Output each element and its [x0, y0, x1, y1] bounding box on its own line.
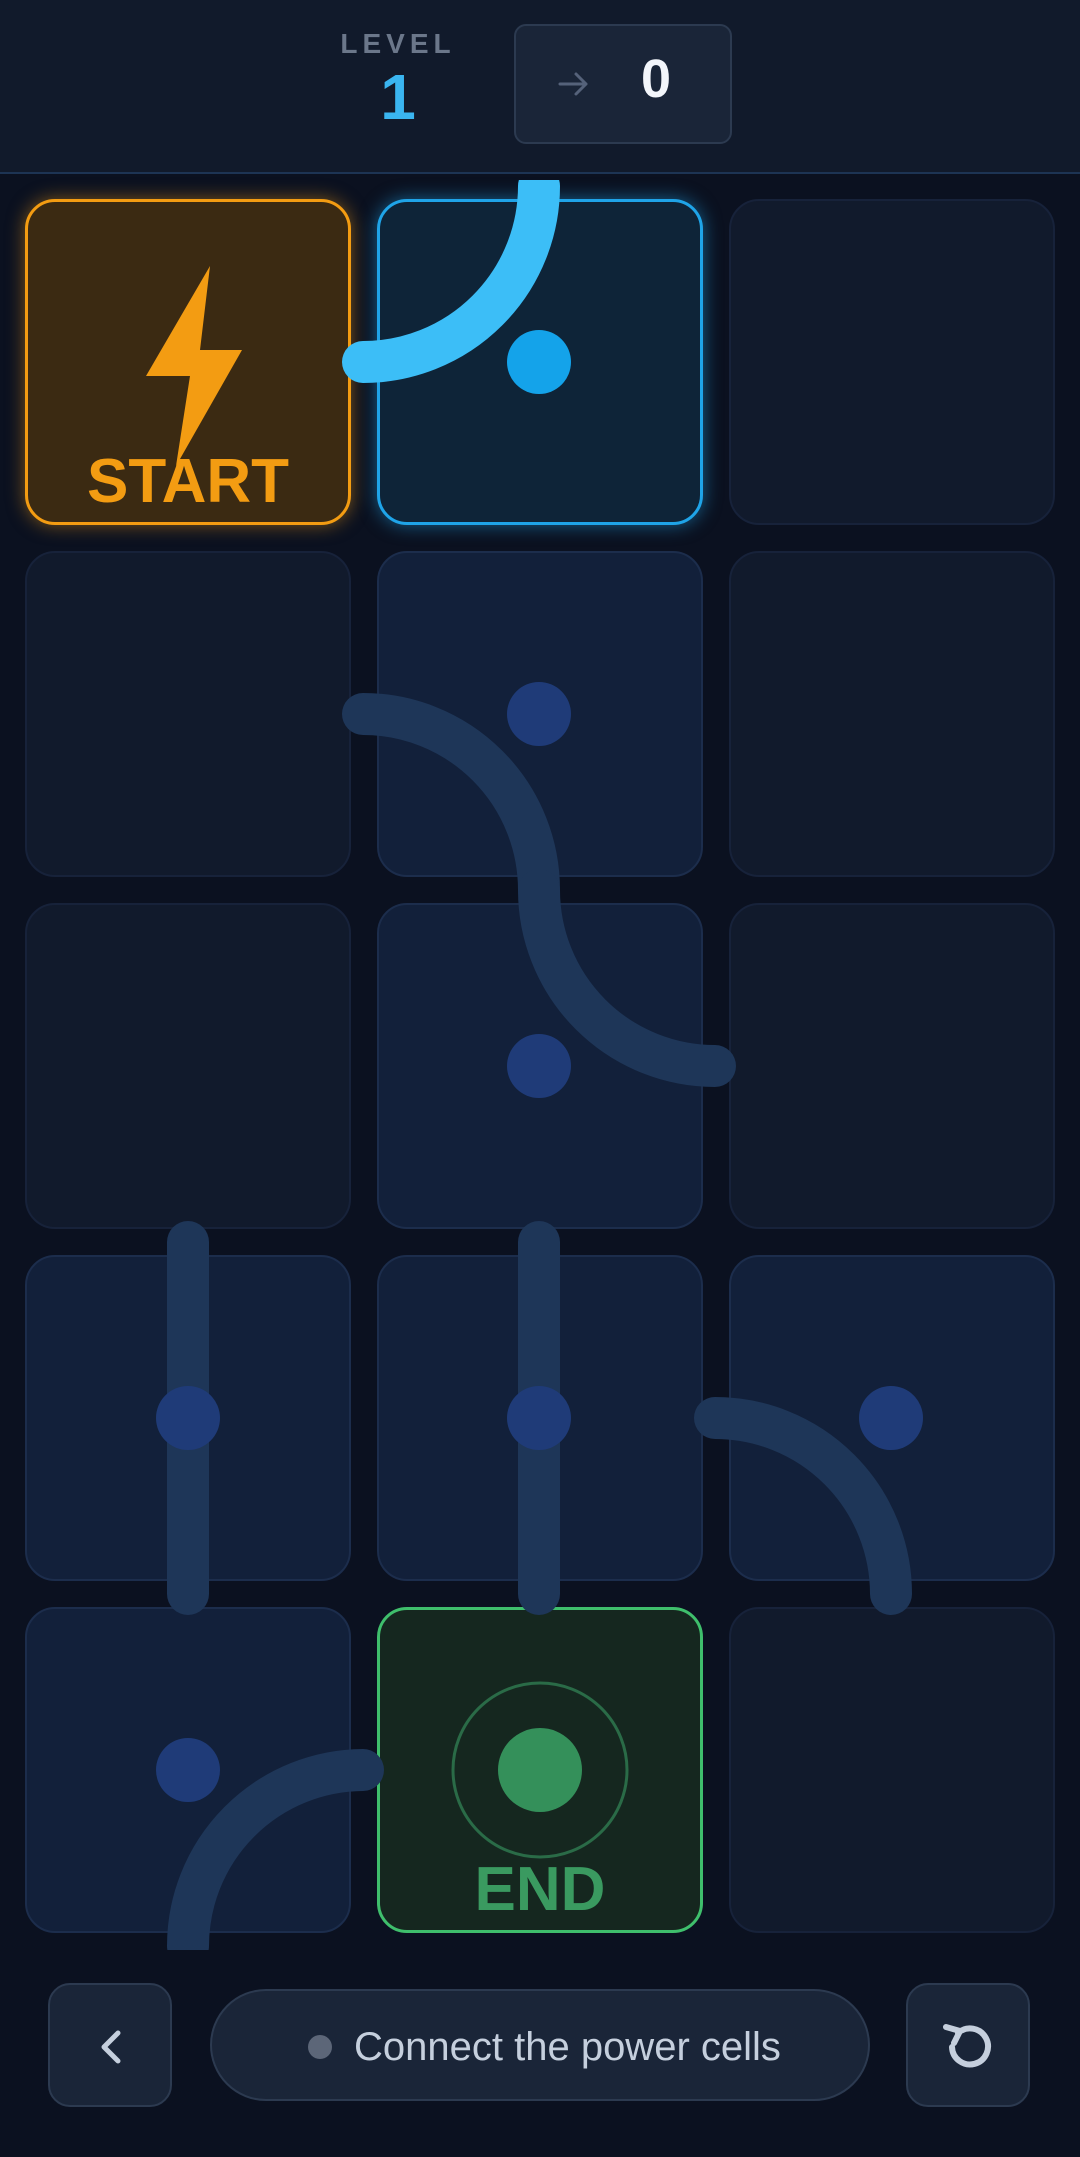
moves-counter: 0 — [514, 24, 732, 144]
reset-button[interactable] — [906, 1983, 1030, 2107]
end-label: END — [474, 1855, 606, 1924]
reset-icon — [943, 2024, 991, 2068]
moves-count: 0 — [640, 49, 672, 109]
empty-tile — [729, 199, 1055, 525]
status-message: Connect the power cells — [210, 1989, 870, 2101]
back-button[interactable] — [48, 1983, 172, 2107]
game-board: START END — [0, 180, 1080, 1950]
curve-pipe-tile[interactable] — [377, 903, 703, 1229]
empty-tile — [25, 551, 351, 877]
start-tile[interactable]: START — [25, 199, 351, 525]
empty-tile — [729, 551, 1055, 877]
empty-tile — [25, 903, 351, 1229]
empty-tile — [729, 903, 1055, 1229]
top-bar: LEVEL 1 0 — [0, 0, 1080, 174]
lightning-bolt-icon — [146, 266, 242, 466]
end-tile[interactable]: END — [377, 1607, 703, 1933]
chevron-left-icon — [101, 2030, 121, 2064]
status-indicator — [308, 2035, 332, 2059]
status-text: Connect the power cells — [354, 2025, 781, 2069]
straight-pipe-tile[interactable] — [377, 1255, 703, 1581]
start-label: START — [86, 447, 290, 516]
target-icon — [451, 1681, 629, 1859]
curve-pipe-tile[interactable] — [25, 1607, 351, 1933]
curve-pipe-tile[interactable] — [729, 1255, 1055, 1581]
level-number: 1 — [380, 61, 416, 133]
curve-pipe-tile[interactable] — [377, 551, 703, 877]
level-label: LEVEL — [340, 28, 456, 59]
arrow-right-icon — [558, 72, 588, 96]
powered-curve-tile[interactable] — [377, 199, 703, 525]
empty-tile — [729, 1607, 1055, 1933]
straight-pipe-tile[interactable] — [25, 1255, 351, 1581]
